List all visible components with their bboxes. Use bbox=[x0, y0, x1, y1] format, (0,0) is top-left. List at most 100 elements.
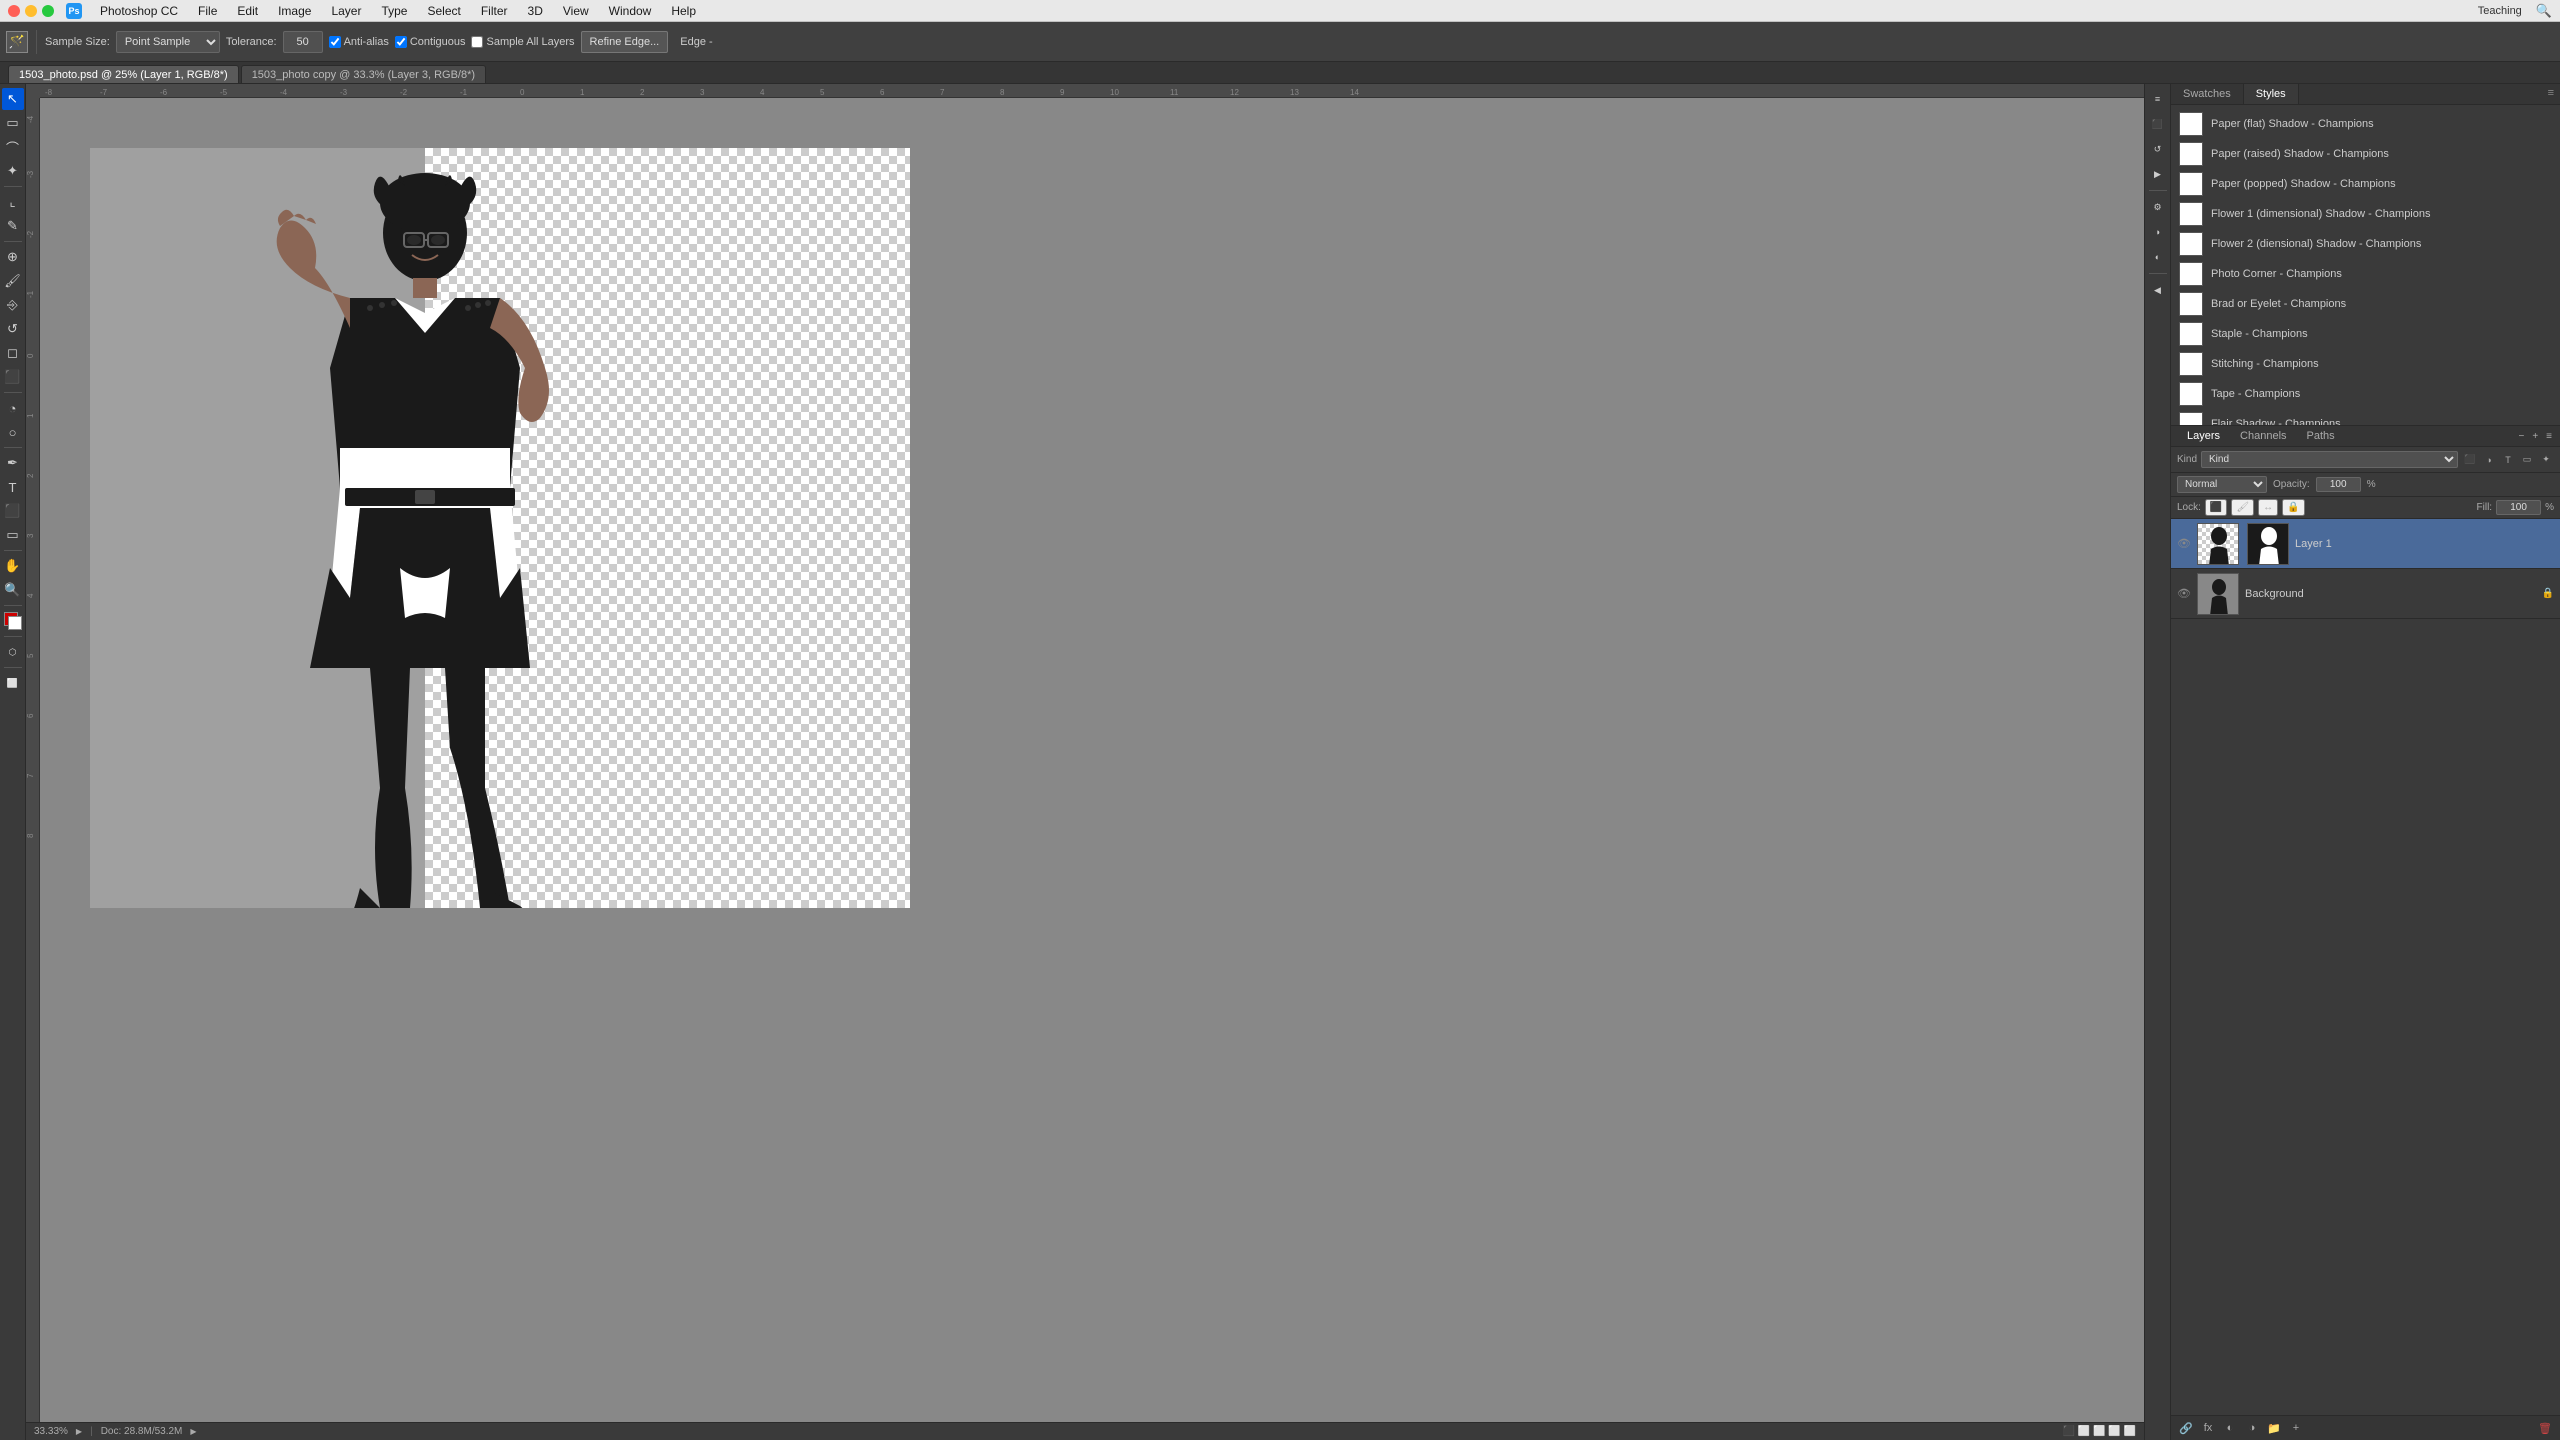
zoom-arrow[interactable]: ▶ bbox=[76, 1427, 82, 1436]
menu-layer[interactable]: Layer bbox=[323, 2, 369, 20]
layer-style-btn[interactable]: fx bbox=[2199, 1419, 2217, 1437]
sample-size-select[interactable]: Point Sample 3 by 3 Average 5 by 5 Avera… bbox=[116, 31, 220, 53]
magic-wand-tool[interactable]: 🪄 bbox=[6, 31, 28, 53]
panel-history-btn[interactable]: ↺ bbox=[2147, 138, 2169, 160]
select-tool[interactable]: ▭ bbox=[2, 112, 24, 134]
menu-photoshop[interactable]: Photoshop CC bbox=[92, 2, 186, 20]
layer-row-0[interactable]: 👁 bbox=[2171, 519, 2560, 569]
panel-adjustments-btn[interactable]: ◑ bbox=[2147, 221, 2169, 243]
tab-layers[interactable]: Layers bbox=[2177, 426, 2230, 446]
panel-actions-btn[interactable]: ▶ bbox=[2147, 163, 2169, 185]
hand-tool[interactable]: ✋ bbox=[2, 555, 24, 577]
background-color[interactable] bbox=[8, 616, 22, 630]
crop-tool[interactable]: ⌞ bbox=[2, 191, 24, 213]
style-item-3[interactable]: Flower 1 (dimensional) Shadow - Champion… bbox=[2171, 199, 2560, 229]
move-tool[interactable]: ↖ bbox=[2, 88, 24, 110]
refine-edge-button[interactable]: Refine Edge... bbox=[581, 31, 669, 53]
lock-image-btn[interactable]: 🖌 bbox=[2231, 499, 2254, 516]
layers-kind-select[interactable]: Kind bbox=[2201, 451, 2458, 468]
layers-collapse-btn[interactable]: − bbox=[2516, 429, 2526, 444]
new-group-btn[interactable]: 📁 bbox=[2265, 1419, 2283, 1437]
style-item-9[interactable]: Tape - Champions bbox=[2171, 379, 2560, 409]
layer-eye-0[interactable]: 👁 bbox=[2177, 537, 2191, 550]
gradient-tool[interactable]: ⬛ bbox=[2, 366, 24, 388]
menu-file[interactable]: File bbox=[190, 2, 225, 20]
style-item-6[interactable]: Brad or Eyelet - Champions bbox=[2171, 289, 2560, 319]
filter-shape-btn[interactable]: ▭ bbox=[2519, 452, 2535, 468]
zoom-tool[interactable]: 🔍 bbox=[2, 579, 24, 601]
lock-position-btn[interactable]: ↔ bbox=[2258, 499, 2278, 516]
style-item-1[interactable]: Paper (raised) Shadow - Champions bbox=[2171, 139, 2560, 169]
panel-color-btn[interactable]: ⬛ bbox=[2147, 113, 2169, 135]
new-layer-btn[interactable]: + bbox=[2287, 1419, 2305, 1437]
dodge-tool[interactable]: ○ bbox=[2, 421, 24, 443]
blur-tool[interactable]: ◔ bbox=[2, 397, 24, 419]
lock-transparent-btn[interactable]: ⬛ bbox=[2205, 499, 2227, 516]
shape-tool[interactable]: ▭ bbox=[2, 524, 24, 546]
quick-mask-btn[interactable]: ⬡ bbox=[2, 641, 24, 663]
blend-mode-select[interactable]: Normal Multiply Screen bbox=[2177, 476, 2267, 493]
styles-panel-menu[interactable]: ≡ bbox=[2542, 84, 2560, 104]
opacity-input[interactable] bbox=[2316, 477, 2361, 492]
minimize-button[interactable] bbox=[25, 5, 37, 17]
anti-alias-checkbox[interactable] bbox=[329, 36, 341, 48]
path-select-tool[interactable]: ⬛ bbox=[2, 500, 24, 522]
style-item-4[interactable]: Flower 2 (diensional) Shadow - Champions bbox=[2171, 229, 2560, 259]
healing-tool[interactable]: ⊕ bbox=[2, 246, 24, 268]
panel-properties-btn[interactable]: ⚙ bbox=[2147, 196, 2169, 218]
maximize-button[interactable] bbox=[42, 5, 54, 17]
layers-menu-btn[interactable]: ≡ bbox=[2544, 429, 2554, 444]
tolerance-input[interactable] bbox=[283, 31, 323, 53]
layer-row-1[interactable]: 👁 Background 🔒 bbox=[2171, 569, 2560, 619]
menu-image[interactable]: Image bbox=[270, 2, 319, 20]
menu-select[interactable]: Select bbox=[419, 2, 468, 20]
tab-1[interactable]: 1503_photo.psd @ 25% (Layer 1, RGB/8*) bbox=[8, 65, 239, 83]
menu-edit[interactable]: Edit bbox=[229, 2, 266, 20]
filter-smart-btn[interactable]: ✦ bbox=[2538, 452, 2554, 468]
clone-tool[interactable]: ⎆ bbox=[2, 294, 24, 316]
eraser-tool[interactable]: ◻ bbox=[2, 342, 24, 364]
history-brush[interactable]: ↺ bbox=[2, 318, 24, 340]
add-mask-btn[interactable]: ◐ bbox=[2221, 1419, 2239, 1437]
contiguous-checkbox[interactable] bbox=[395, 36, 407, 48]
panel-masks-btn[interactable]: ◐ bbox=[2147, 246, 2169, 268]
menu-3d[interactable]: 3D bbox=[520, 2, 551, 20]
tab-paths[interactable]: Paths bbox=[2297, 426, 2345, 446]
layer-eye-1[interactable]: 👁 bbox=[2177, 587, 2191, 600]
canvas[interactable] bbox=[40, 98, 2144, 1422]
close-button[interactable] bbox=[8, 5, 20, 17]
menu-filter[interactable]: Filter bbox=[473, 2, 516, 20]
style-item-8[interactable]: Stitching - Champions bbox=[2171, 349, 2560, 379]
menu-type[interactable]: Type bbox=[373, 2, 415, 20]
brush-tool[interactable]: 🖌 bbox=[2, 270, 24, 292]
filter-type-btn[interactable]: T bbox=[2500, 452, 2516, 468]
style-item-0[interactable]: Paper (flat) Shadow - Champions bbox=[2171, 109, 2560, 139]
lasso-tool[interactable]: ⌒ bbox=[2, 136, 24, 158]
screen-mode-btn[interactable]: ⬜ bbox=[2, 672, 24, 694]
tab-channels[interactable]: Channels bbox=[2230, 426, 2296, 446]
doc-info-arrow[interactable]: ▶ bbox=[190, 1427, 196, 1436]
search-icon[interactable]: 🔍 bbox=[2536, 3, 2552, 19]
link-layers-btn[interactable]: 🔗 bbox=[2177, 1419, 2195, 1437]
tab-styles[interactable]: Styles bbox=[2244, 84, 2299, 104]
fill-input[interactable] bbox=[2496, 500, 2541, 515]
panel-layers-btn[interactable]: ≡ bbox=[2147, 88, 2169, 110]
tab-swatches[interactable]: Swatches bbox=[2171, 84, 2244, 104]
style-item-10[interactable]: Flair Shadow - Champions bbox=[2171, 409, 2560, 425]
pen-tool[interactable]: ✒ bbox=[2, 452, 24, 474]
panel-expand-btn[interactable]: ◀ bbox=[2147, 279, 2169, 301]
layers-expand-btn[interactable]: + bbox=[2530, 429, 2540, 444]
magic-wand-tool-btn[interactable]: ✦ bbox=[2, 160, 24, 182]
type-tool[interactable]: T bbox=[2, 476, 24, 498]
eyedropper-tool[interactable]: ✎ bbox=[2, 215, 24, 237]
filter-adjust-btn[interactable]: ◑ bbox=[2481, 452, 2497, 468]
delete-layer-btn[interactable]: 🗑 bbox=[2536, 1419, 2554, 1437]
style-item-7[interactable]: Staple - Champions bbox=[2171, 319, 2560, 349]
filter-pixel-btn[interactable]: ⬛ bbox=[2462, 452, 2478, 468]
lock-all-btn[interactable]: 🔒 bbox=[2282, 499, 2304, 516]
style-item-5[interactable]: Photo Corner - Champions bbox=[2171, 259, 2560, 289]
tab-2[interactable]: 1503_photo copy @ 33.3% (Layer 3, RGB/8*… bbox=[241, 65, 486, 83]
menu-window[interactable]: Window bbox=[601, 2, 660, 20]
color-selector[interactable] bbox=[4, 612, 22, 630]
menu-view[interactable]: View bbox=[555, 2, 597, 20]
